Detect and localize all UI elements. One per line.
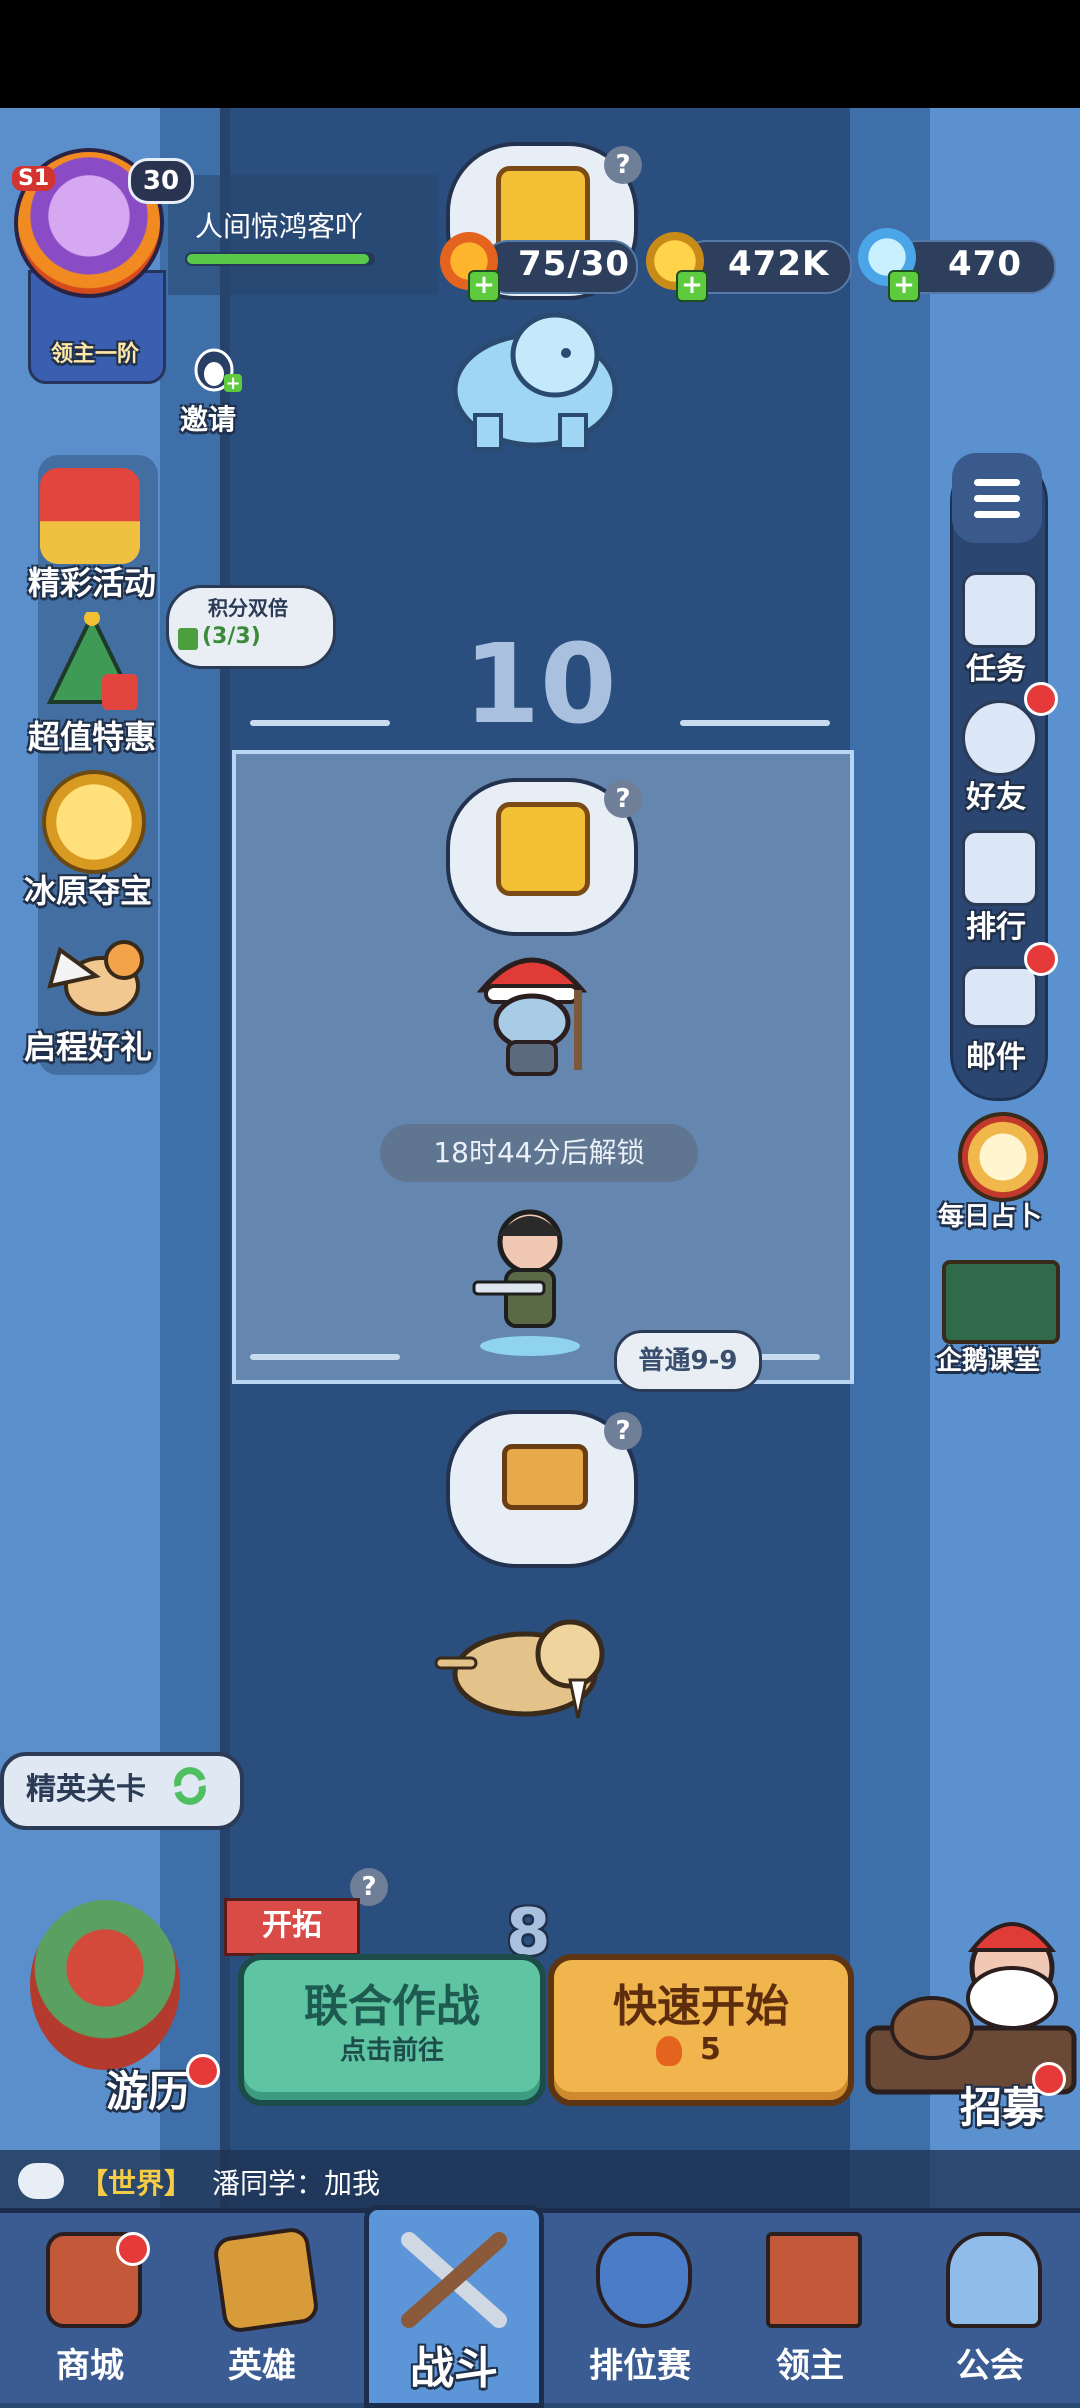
elite-stage-label: 精英关卡 — [26, 1772, 146, 1807]
double-points-count: (3/3) — [202, 624, 261, 649]
menu-rankings-label: 排行 — [966, 910, 1026, 945]
menu-startgift-label: 启程好礼 — [24, 1028, 153, 1066]
shield-icon — [596, 2232, 692, 2328]
refresh-icon — [174, 1767, 206, 1805]
clover-coin-icon — [42, 770, 146, 874]
friends-notification-dot — [1024, 682, 1058, 716]
travel-balloon-icon[interactable] — [30, 1900, 180, 2070]
penguin-invite-icon[interactable]: + — [190, 340, 244, 394]
gem-plus-icon[interactable]: + — [888, 270, 920, 302]
podium-icon — [962, 830, 1038, 906]
quick-start-title: 快速开始 — [613, 1981, 789, 2032]
svg-text:+: + — [225, 373, 240, 394]
recruit-notification-dot — [1032, 2062, 1066, 2096]
banner-icon — [766, 2232, 862, 2328]
exp-bar-fill — [187, 254, 369, 264]
ice-beast-enemy[interactable] — [440, 295, 630, 455]
deer-warrior-enemy[interactable] — [462, 930, 602, 1080]
rank-label: 领主一阶 — [50, 342, 139, 367]
nav-guild[interactable]: 公会 — [910, 2208, 1070, 2398]
nav-ranked-label: 排位赛 — [589, 2346, 691, 2386]
player-level: 30 — [128, 158, 194, 204]
nav-shop[interactable]: 商城 — [10, 2208, 170, 2398]
clipboard-icon — [962, 572, 1038, 648]
coop-battle-subtitle: 点击前往 — [339, 2036, 444, 2066]
status-bar — [0, 0, 1080, 108]
hamburger-icon — [974, 479, 1020, 486]
penguin-icon — [942, 1260, 1060, 1344]
crystal-ball-icon — [958, 1112, 1048, 1202]
stage-divider — [250, 720, 390, 726]
hamburger-line — [974, 511, 1020, 518]
stage-divider — [758, 1354, 820, 1360]
griffin-icon — [47, 940, 144, 1016]
unlock-timer: 18时44分后解锁 — [380, 1124, 698, 1182]
shop-notification-dot — [116, 2232, 150, 2266]
reward-info-icon[interactable]: ? — [604, 780, 642, 818]
castle-icon — [946, 2232, 1042, 2328]
reward-info-icon[interactable]: ? — [604, 1412, 642, 1450]
travel-label[interactable]: 游历 — [106, 2058, 190, 2119]
chat-bubble-icon[interactable] — [18, 2163, 64, 2199]
friends-icon — [962, 700, 1038, 776]
christmas-tree-icon — [46, 612, 138, 710]
stage-number: 10 — [463, 620, 617, 748]
nav-guild-label: 公会 — [956, 2346, 1024, 2386]
menu-fortune-label: 每日占卜 — [938, 1202, 1043, 1232]
menu-toggle-button[interactable] — [952, 453, 1042, 543]
nav-battle-label: 战斗 — [410, 2343, 498, 2394]
nav-heroes[interactable]: 英雄 — [182, 2208, 342, 2398]
chat-channel: 【世界】 — [80, 2167, 193, 2200]
travel-notification-dot — [186, 2054, 220, 2088]
reward-info-icon[interactable]: ? — [604, 146, 642, 184]
nav-shop-label: 商城 — [56, 2346, 124, 2386]
stamina-value: 75/30 — [518, 244, 631, 284]
left-snow-bank-edge — [0, 108, 160, 2208]
stage-divider — [680, 720, 830, 726]
menu-tasks-label: 任务 — [966, 652, 1026, 687]
stage-divider — [250, 1354, 400, 1360]
player-name: 人间惊鸿客吖 — [195, 210, 364, 243]
hamburger-line — [974, 495, 1020, 502]
chat-message: 潘同学：加我 — [212, 2167, 381, 2200]
key-reward-icon — [496, 802, 590, 896]
invite-label[interactable]: 邀请 — [180, 398, 236, 438]
sabertooth-enemy[interactable] — [430, 1600, 620, 1730]
menu-events-label: 精彩活动 — [28, 564, 157, 602]
ticket-icon — [178, 628, 198, 650]
season-badge: S1 — [12, 166, 56, 191]
nav-ranked[interactable]: 排位赛 — [560, 2208, 720, 2398]
menu-mail-label: 邮件 — [966, 1040, 1026, 1075]
nav-lord[interactable]: 领主 — [730, 2208, 890, 2398]
recruit-label[interactable]: 招募 — [960, 2074, 1044, 2135]
nav-lord-label: 领主 — [776, 2346, 844, 2386]
menu-friends-label: 好友 — [966, 780, 1026, 815]
gem-value: 470 — [948, 244, 1022, 284]
menu-deals-label: 超值特惠 — [28, 718, 157, 756]
quick-start-cost: 5 — [700, 2032, 721, 2067]
pioneer-tag: 开拓 — [224, 1898, 360, 1956]
stamina-plus-icon[interactable]: + — [468, 270, 500, 302]
hero-card-icon — [211, 2225, 321, 2335]
current-stage-tag[interactable]: 普通9-9 — [614, 1330, 762, 1392]
player-hero[interactable] — [470, 1196, 590, 1356]
nav-heroes-label: 英雄 — [228, 2346, 296, 2386]
fire-icon — [656, 2036, 682, 2066]
menu-friends[interactable]: 好友 — [952, 700, 1042, 815]
menu-mail[interactable]: 邮件 — [952, 960, 1042, 1075]
coop-battle-title: 联合作战 — [304, 1981, 480, 2032]
menu-treasure-label: 冰原夺宝 — [24, 872, 153, 910]
menu-penguin-class-label: 企鹅课堂 — [936, 1346, 1041, 1376]
swords-icon — [401, 2232, 507, 2328]
mail-notification-dot — [1024, 942, 1058, 976]
treasure-chest-icon — [502, 1444, 588, 1510]
gift-icon — [40, 468, 140, 564]
mail-icon — [962, 966, 1038, 1028]
menu-tasks[interactable]: 任务 — [952, 572, 1042, 687]
gold-value: 472K — [728, 244, 830, 284]
double-points-title: 积分双倍 — [208, 596, 288, 620]
menu-rankings[interactable]: 排行 — [952, 830, 1042, 945]
gold-plus-icon[interactable]: + — [676, 270, 708, 302]
